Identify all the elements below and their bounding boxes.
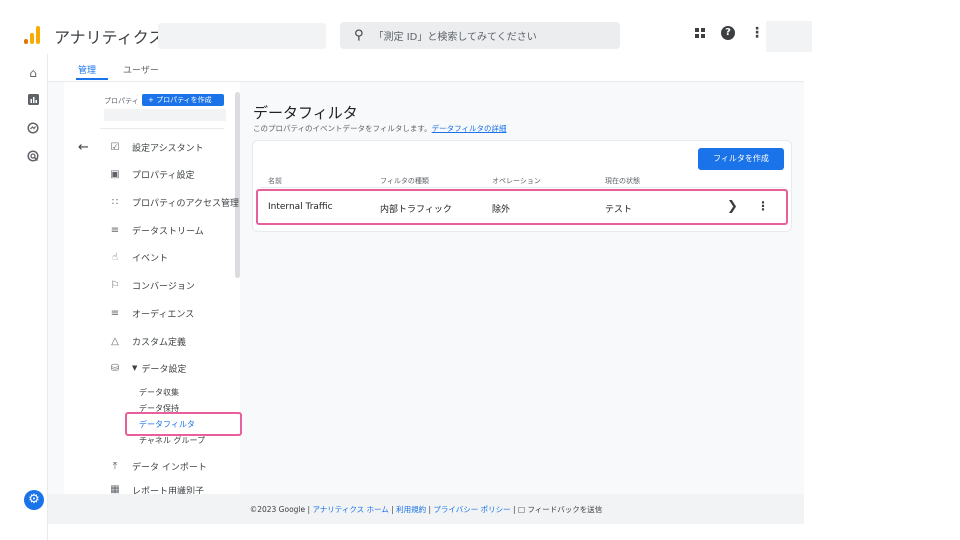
nav-item-custom-definitions[interactable]: △ カスタム定義 (108, 332, 186, 350)
account-avatar[interactable] (766, 21, 812, 52)
feedback-icon: □ (517, 505, 526, 514)
people-icon: ∷ (111, 196, 119, 208)
nav-item-events[interactable]: ☝ イベント (108, 248, 168, 266)
nav-item-label: プロパティのアクセス管理 (132, 198, 240, 209)
nav-item-label: プロパティ設定 (132, 170, 195, 181)
footer-separator: | (428, 505, 432, 514)
search-bar[interactable]: ⚲ 「測定 ID」と検索してみてください (340, 22, 620, 49)
feedback-link[interactable]: フィードバックを送信 (527, 505, 602, 514)
filter-row-highlight (256, 189, 788, 225)
window-icon: ▣ (110, 168, 120, 180)
advertising-icon[interactable] (26, 150, 40, 164)
nav-item-conversions[interactable]: ⚐ コンバージョン (108, 276, 195, 294)
nav-item-data-streams[interactable]: ≡ データストリーム (108, 221, 204, 239)
app-title[interactable]: アナリティクス (54, 24, 164, 48)
tab-admin[interactable]: 管理 (78, 63, 96, 76)
flag-icon: ⚐ (110, 279, 120, 291)
header-divider (260, 187, 784, 188)
data-filter-nav-highlight (125, 412, 242, 436)
back-arrow-icon[interactable]: ← (78, 140, 89, 155)
learn-more-link[interactable]: データフィルタの詳細 (432, 124, 507, 133)
help-icon[interactable]: ? (721, 26, 735, 40)
property-selector[interactable] (158, 23, 326, 49)
nav-item-label: イベント (132, 253, 169, 264)
page-description: このプロパティのイベントデータをフィルタします。データフィルタの詳細 (253, 123, 507, 134)
copyright-text: ©2023 Google | (249, 505, 311, 514)
left-rail: ⌂ (0, 54, 48, 540)
description-text: このプロパティのイベントデータをフィルタします。 (253, 124, 432, 133)
footer: ©2023 Google | アナリティクス ホーム | 利用規約 | プライバ… (48, 494, 804, 524)
apps-grid-icon[interactable] (695, 28, 705, 38)
property-label: プロパティ (104, 97, 139, 105)
nav-item-data-import[interactable]: ⤒ データ インポート (108, 457, 207, 475)
shapes-icon: △ (111, 335, 119, 347)
identity-icon: ▦ (110, 484, 120, 494)
audience-icon: ≡ (110, 307, 120, 319)
column-header-name: 名前 (268, 177, 282, 185)
nav-item-audiences[interactable]: ≡ オーディエンス (108, 304, 194, 322)
nav-item-label: 設定アシスタント (132, 143, 204, 154)
checkbox-icon: ☑ (110, 141, 120, 153)
nav-item-setup-assistant[interactable]: ☑ 設定アシスタント (108, 138, 204, 156)
create-filter-button[interactable]: フィルタを作成 (698, 148, 784, 170)
search-placeholder: 「測定 ID」と検索してみてください (373, 32, 537, 43)
footer-separator: | (513, 505, 516, 514)
analytics-logo-icon[interactable] (24, 26, 40, 44)
nav-item-label: データストリーム (132, 226, 204, 237)
more-options-icon[interactable]: ⋮ (750, 25, 764, 41)
column-header-filter-type: フィルタの種類 (380, 177, 429, 185)
active-tab-indicator (76, 78, 108, 80)
nav-item-label: コンバージョン (132, 281, 195, 292)
create-property-button[interactable]: + プロパティを作成 (142, 94, 224, 106)
search-icon: ⚲ (354, 28, 364, 43)
nav-divider (100, 128, 224, 129)
analytics-home-link[interactable]: アナリティクス ホーム (312, 505, 388, 514)
tab-user[interactable]: ユーザー (123, 63, 159, 76)
page-title: データフィルタ (253, 104, 358, 122)
column-header-state: 現在の状態 (605, 177, 640, 185)
admin-gear-icon[interactable]: ⚙ (24, 490, 44, 510)
nav-item-label: データ設定 (141, 364, 187, 375)
nav-item-label: データ インポート (132, 462, 207, 473)
footer-separator: | (391, 505, 394, 514)
nav-scrollbar[interactable] (235, 92, 240, 278)
caret-down-icon: ▼ (132, 364, 138, 372)
top-bar: アナリティクス ⚲ 「測定 ID」と検索してみてください ? ⋮ (0, 0, 960, 54)
home-icon[interactable]: ⌂ (26, 66, 40, 80)
footer-links: ©2023 Google | アナリティクス ホーム | 利用規約 | プライバ… (48, 504, 804, 515)
streams-icon: ≡ (110, 224, 120, 236)
nav-item-data-settings[interactable]: ⛁ ▼ データ設定 (108, 359, 187, 377)
terms-link[interactable]: 利用規約 (396, 505, 426, 514)
admin-tabs: 管理 ユーザー (48, 54, 804, 82)
column-header-operation: オペレーション (492, 177, 541, 185)
nav-item-label: レポート用識別子 (132, 487, 205, 494)
reports-icon[interactable] (26, 94, 40, 108)
upload-icon: ⤒ (112, 460, 118, 472)
nav-item-label: カスタム定義 (132, 337, 187, 348)
nav-item-property-settings[interactable]: ▣ プロパティ設定 (108, 165, 194, 183)
database-icon: ⛁ (110, 362, 120, 374)
privacy-link[interactable]: プライバシー ポリシー (433, 505, 510, 514)
nav-sub-data-collection[interactable]: データ収集 (139, 387, 179, 398)
nav-sub-channel-groups[interactable]: チャネル グループ (139, 435, 205, 446)
explore-icon[interactable] (26, 122, 40, 136)
nav-item-reporting-identity[interactable]: ▦ レポート用識別子 (108, 484, 204, 494)
property-name-selector[interactable] (104, 109, 226, 121)
touch-icon: ☝ (111, 251, 119, 263)
nav-item-label: オーディエンス (132, 309, 195, 320)
nav-item-access-management[interactable]: ∷ プロパティのアクセス管理 (108, 193, 239, 211)
